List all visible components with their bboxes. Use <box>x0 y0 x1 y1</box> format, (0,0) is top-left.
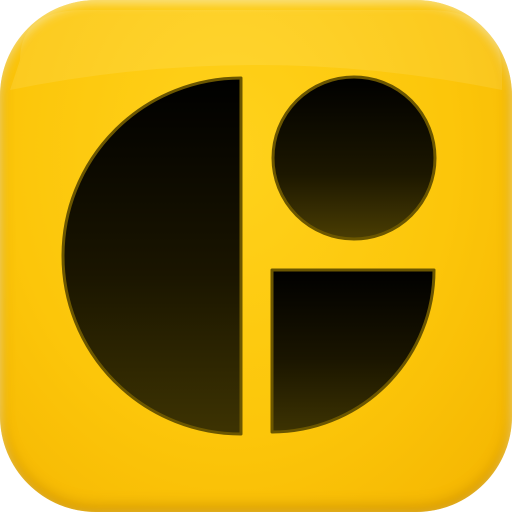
bottom-right-quarter-disc-shape <box>270 268 436 434</box>
left-half-disc-shape <box>61 76 243 436</box>
app-icon-stage <box>0 0 512 512</box>
glyph-logo-icon <box>10 10 502 436</box>
app-icon[interactable] <box>0 0 512 512</box>
top-right-circle-shape <box>271 75 437 241</box>
icon-sheen <box>10 10 502 90</box>
